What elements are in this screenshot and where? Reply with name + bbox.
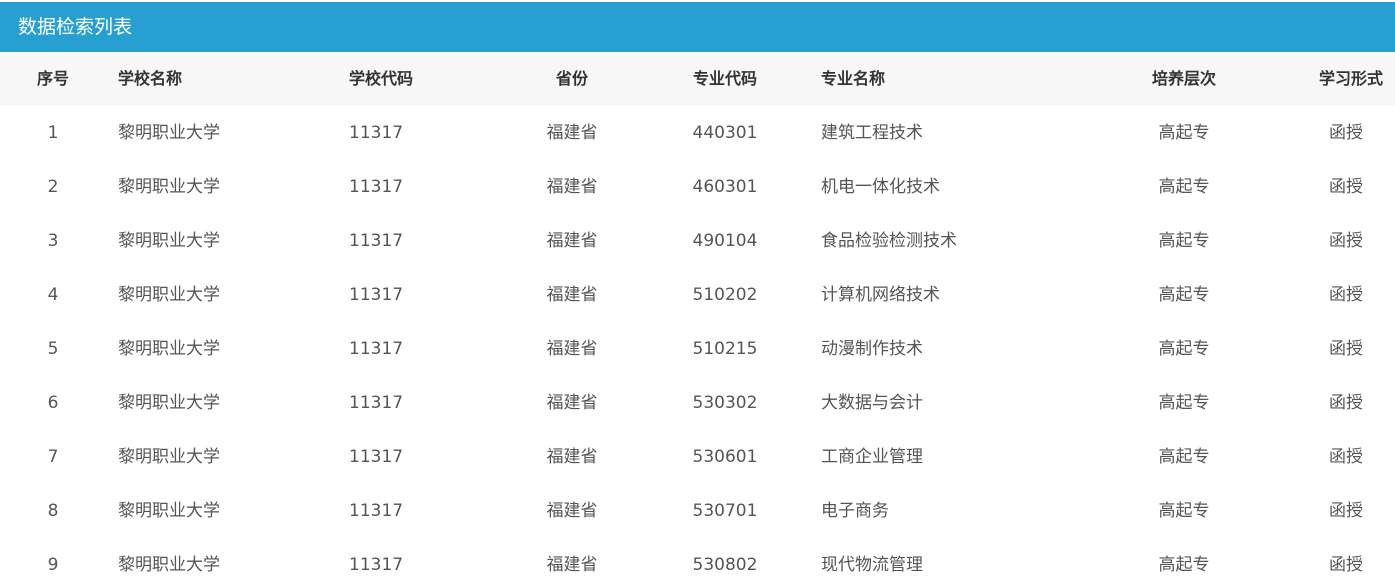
table-row: 9 黎明职业大学 11317 福建省 530802 现代物流管理 高起专 函授 (0, 538, 1395, 588)
cell-province: 福建省 (546, 555, 598, 575)
cell-study-mode: 函授 (1329, 447, 1363, 467)
column-header-level: 培养层次 (1151, 69, 1216, 88)
cell-major-name: 电子商务 (821, 501, 889, 521)
cell-study-mode: 函授 (1329, 501, 1363, 521)
cell-index: 4 (47, 285, 59, 305)
cell-study-mode: 函授 (1329, 339, 1363, 359)
cell-province: 福建省 (546, 447, 598, 467)
table-row: 3 黎明职业大学 11317 福建省 490104 食品检验检测技术 高起专 函授 (0, 214, 1395, 268)
cell-school-name: 黎明职业大学 (118, 339, 220, 359)
cell-province: 福建省 (546, 177, 598, 197)
cell-level: 高起专 (1158, 393, 1210, 413)
cell-index: 7 (47, 447, 59, 467)
cell-study-mode: 函授 (1329, 393, 1363, 413)
cell-school-name: 黎明职业大学 (118, 123, 220, 143)
cell-school-name: 黎明职业大学 (118, 393, 220, 413)
cell-index: 9 (47, 555, 59, 575)
cell-school-code: 11317 (349, 123, 404, 143)
data-search-panel: 数据检索列表 序号 学校名称 学校代码 省份 专业代码 专业名称 培养层次 学习… (0, 0, 1395, 588)
cell-study-mode: 函授 (1329, 123, 1363, 143)
cell-major-name: 食品检验检测技术 (821, 231, 957, 251)
table-row: 2 黎明职业大学 11317 福建省 460301 机电一体化技术 高起专 函授 (0, 160, 1395, 214)
cell-major-code: 490104 (692, 231, 758, 251)
cell-level: 高起专 (1158, 285, 1210, 305)
cell-school-name: 黎明职业大学 (118, 285, 220, 305)
cell-major-code: 510202 (692, 285, 758, 305)
cell-school-code: 11317 (349, 501, 404, 521)
panel-title: 数据检索列表 (0, 2, 1395, 52)
table-row: 4 黎明职业大学 11317 福建省 510202 计算机网络技术 高起专 函授 (0, 268, 1395, 322)
cell-major-name: 建筑工程技术 (821, 123, 923, 143)
table-row: 7 黎明职业大学 11317 福建省 530601 工商企业管理 高起专 函授 (0, 430, 1395, 484)
table-row: 1 黎明职业大学 11317 福建省 440301 建筑工程技术 高起专 函授 (0, 106, 1395, 160)
cell-major-code: 530802 (692, 555, 758, 575)
cell-index: 6 (47, 393, 59, 413)
cell-major-code: 510215 (692, 339, 758, 359)
cell-study-mode: 函授 (1329, 555, 1363, 575)
cell-index: 8 (47, 501, 59, 521)
cell-level: 高起专 (1158, 447, 1210, 467)
cell-level: 高起专 (1158, 123, 1210, 143)
cell-school-code: 11317 (349, 393, 404, 413)
cell-major-name: 动漫制作技术 (821, 339, 923, 359)
cell-school-code: 11317 (349, 285, 404, 305)
cell-province: 福建省 (546, 339, 598, 359)
column-header-major-name: 专业名称 (821, 69, 886, 88)
cell-level: 高起专 (1158, 339, 1210, 359)
cell-major-code: 460301 (692, 177, 758, 197)
cell-major-name: 计算机网络技术 (821, 285, 940, 305)
cell-school-code: 11317 (349, 177, 404, 197)
cell-index: 5 (47, 339, 59, 359)
column-header-index: 序号 (36, 69, 69, 88)
cell-level: 高起专 (1158, 177, 1210, 197)
cell-province: 福建省 (546, 501, 598, 521)
cell-school-name: 黎明职业大学 (118, 177, 220, 197)
table-row: 8 黎明职业大学 11317 福建省 530701 电子商务 高起专 函授 (0, 484, 1395, 538)
cell-school-name: 黎明职业大学 (118, 501, 220, 521)
cell-school-name: 黎明职业大学 (118, 231, 220, 251)
table-row: 5 黎明职业大学 11317 福建省 510215 动漫制作技术 高起专 函授 (0, 322, 1395, 376)
cell-level: 高起专 (1158, 501, 1210, 521)
column-header-school-code: 学校代码 (349, 69, 414, 88)
cell-major-code: 530601 (692, 447, 758, 467)
cell-school-code: 11317 (349, 555, 404, 575)
column-header-school-name: 学校名称 (118, 69, 183, 88)
cell-major-name: 现代物流管理 (821, 555, 923, 575)
cell-major-code: 440301 (692, 123, 758, 143)
column-header-province: 省份 (555, 69, 588, 88)
column-header-major-code: 专业代码 (692, 69, 757, 88)
table-row: 6 黎明职业大学 11317 福建省 530302 大数据与会计 高起专 函授 (0, 376, 1395, 430)
cell-index: 2 (47, 177, 59, 197)
cell-index: 1 (47, 123, 59, 143)
cell-province: 福建省 (546, 393, 598, 413)
table-header-row: 序号 学校名称 学校代码 省份 专业代码 专业名称 培养层次 学习形式 (0, 52, 1395, 106)
cell-level: 高起专 (1158, 231, 1210, 251)
cell-province: 福建省 (546, 123, 598, 143)
cell-major-name: 机电一体化技术 (821, 177, 940, 197)
cell-school-code: 11317 (349, 231, 404, 251)
cell-major-code: 530701 (692, 501, 758, 521)
cell-school-name: 黎明职业大学 (118, 555, 220, 575)
cell-major-name: 大数据与会计 (821, 393, 923, 413)
cell-index: 3 (47, 231, 59, 251)
cell-study-mode: 函授 (1329, 177, 1363, 197)
cell-study-mode: 函授 (1329, 285, 1363, 305)
cell-school-code: 11317 (349, 339, 404, 359)
cell-study-mode: 函授 (1329, 231, 1363, 251)
cell-province: 福建省 (546, 285, 598, 305)
column-header-study-mode: 学习形式 (1318, 69, 1383, 88)
cell-school-name: 黎明职业大学 (118, 447, 220, 467)
cell-province: 福建省 (546, 231, 598, 251)
cell-major-name: 工商企业管理 (821, 447, 923, 467)
cell-major-code: 530302 (692, 393, 758, 413)
cell-school-code: 11317 (349, 447, 404, 467)
cell-level: 高起专 (1158, 555, 1210, 575)
